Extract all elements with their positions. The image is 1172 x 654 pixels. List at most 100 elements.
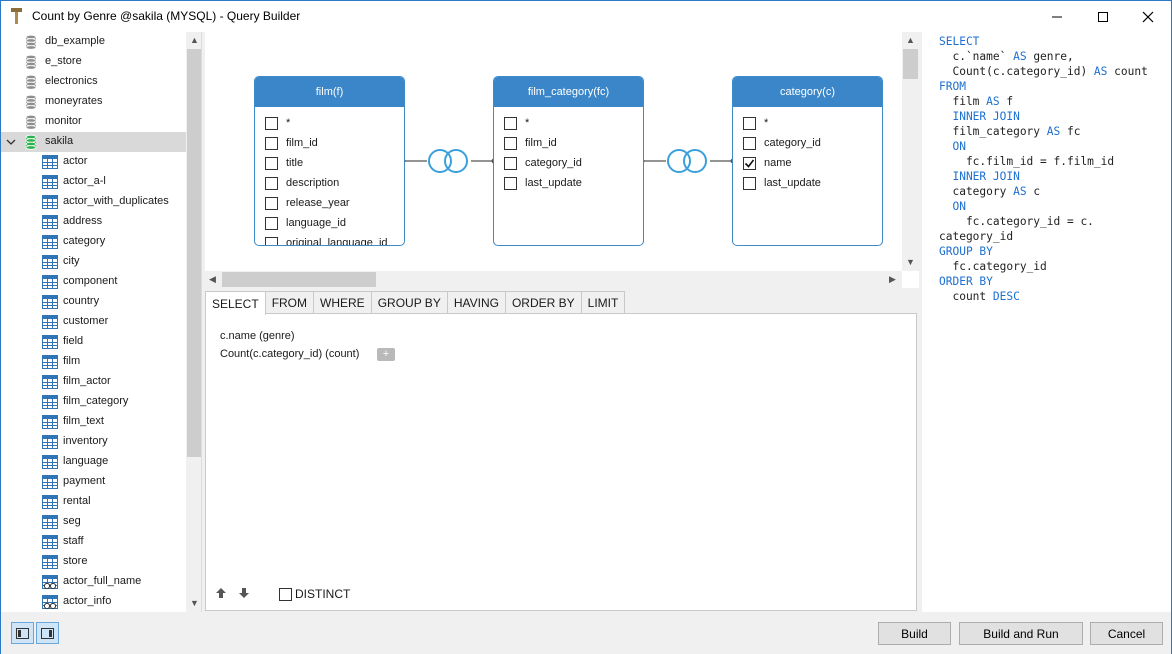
tree-item[interactable]: e_store <box>1 52 186 72</box>
tree-item[interactable]: actor_a-l <box>1 172 186 192</box>
scroll-down-icon[interactable]: ▼ <box>906 257 915 267</box>
tab-where[interactable]: WHERE <box>313 291 372 314</box>
add-field-button[interactable]: + <box>377 348 395 361</box>
tree-item[interactable]: db_example <box>1 32 186 52</box>
diagram-table-title[interactable]: film_category(fc) <box>494 77 643 107</box>
tree-item[interactable]: moneyrates <box>1 92 186 112</box>
tree-item[interactable]: field <box>1 332 186 352</box>
tab-limit[interactable]: LIMIT <box>580 291 626 314</box>
column-checkbox[interactable] <box>504 116 517 130</box>
diagram-column[interactable]: last_update <box>504 175 582 191</box>
maximize-button[interactable] <box>1080 1 1126 32</box>
diagram-column[interactable]: last_update <box>743 175 821 191</box>
column-checkbox[interactable] <box>743 176 756 190</box>
diagram-column[interactable]: category_id <box>504 155 582 171</box>
column-checkbox[interactable] <box>743 156 756 170</box>
diagram-column[interactable]: original_language_id <box>265 235 388 245</box>
close-button[interactable] <box>1125 1 1171 32</box>
select-field-count[interactable]: Count(c.category_id) (count) <box>220 348 359 360</box>
tree-item[interactable]: payment <box>1 472 186 492</box>
diagram-table-title[interactable]: film(f) <box>255 77 404 107</box>
column-checkbox[interactable] <box>265 116 278 130</box>
tree-item[interactable]: city <box>1 252 186 272</box>
diagram-column[interactable]: film_id <box>265 135 318 151</box>
tree-item[interactable]: customer <box>1 312 186 332</box>
tree-item[interactable]: address <box>1 212 186 232</box>
tree-scrollbar-thumb[interactable] <box>187 49 201 457</box>
scroll-up-icon[interactable]: ▲ <box>906 35 915 45</box>
minimize-button[interactable] <box>1034 1 1080 32</box>
column-checkbox[interactable] <box>504 176 517 190</box>
tree-item[interactable]: inventory <box>1 432 186 452</box>
column-checkbox[interactable] <box>265 216 278 230</box>
scroll-up-icon[interactable]: ▲ <box>190 35 199 45</box>
tree-item[interactable]: seg <box>1 512 186 532</box>
select-field-genre[interactable]: c.name (genre) <box>220 330 295 342</box>
chevron-down-icon[interactable] <box>5 136 17 148</box>
column-checkbox[interactable] <box>504 136 517 150</box>
tab-having[interactable]: HAVING <box>446 291 506 314</box>
distinct-option[interactable]: DISTINCT <box>279 587 350 601</box>
cancel-button[interactable]: Cancel <box>1090 622 1163 645</box>
toggle-right-panel-button[interactable] <box>36 622 59 644</box>
join-link-film-category-category[interactable] <box>639 149 736 173</box>
column-checkbox[interactable] <box>265 236 278 245</box>
scroll-right-icon[interactable]: ▶ <box>889 274 896 285</box>
column-checkbox[interactable] <box>265 176 278 190</box>
column-checkbox[interactable] <box>743 116 756 130</box>
sql-preview-panel[interactable]: SELECT c.`name` AS genre, Count(c.catego… <box>922 32 1171 612</box>
tree-item[interactable]: actor_with_duplicates <box>1 192 186 212</box>
diagram-column[interactable]: film_id <box>504 135 557 151</box>
tree-item[interactable]: country <box>1 292 186 312</box>
tree-item[interactable]: film_category <box>1 392 186 412</box>
tree-item[interactable]: sakila <box>1 132 186 152</box>
build-and-run-button[interactable]: Build and Run <box>959 622 1083 645</box>
tree-item[interactable]: electronics <box>1 72 186 92</box>
diagram-column[interactable]: category_id <box>743 135 821 151</box>
diagram-column[interactable]: name <box>743 155 792 171</box>
diagram-column[interactable]: * <box>743 115 768 131</box>
column-checkbox[interactable] <box>504 156 517 170</box>
tree-item[interactable]: actor_info <box>1 592 186 612</box>
build-button[interactable]: Build <box>878 622 951 645</box>
diagram-horizontal-scrollbar[interactable]: ◀ ▶ <box>205 271 902 288</box>
diagram-table[interactable]: film(f) * film_id title description release_y… <box>254 76 405 246</box>
tree-item[interactable]: staff <box>1 532 186 552</box>
tree-item[interactable]: actor <box>1 152 186 172</box>
diagram-column[interactable]: language_id <box>265 215 346 231</box>
tree-item[interactable]: store <box>1 552 186 572</box>
diagram-column[interactable]: title <box>265 155 303 171</box>
column-checkbox[interactable] <box>265 136 278 150</box>
diagram-table-title[interactable]: category(c) <box>733 77 882 107</box>
tab-order-by[interactable]: ORDER BY <box>504 291 582 314</box>
tab-group-by[interactable]: GROUP BY <box>370 291 448 314</box>
diagram-column[interactable]: * <box>265 115 290 131</box>
tab-from[interactable]: FROM <box>264 291 315 314</box>
diagram-column[interactable]: release_year <box>265 195 350 211</box>
tree-item[interactable]: language <box>1 452 186 472</box>
scroll-down-icon[interactable]: ▼ <box>190 598 199 608</box>
column-checkbox[interactable] <box>265 156 278 170</box>
diagram-table[interactable]: film_category(fc) * film_id category_idlast… <box>493 76 644 246</box>
tree-item[interactable]: film_actor <box>1 372 186 392</box>
tree-item[interactable]: rental <box>1 492 186 512</box>
scroll-left-icon[interactable]: ◀ <box>209 274 216 285</box>
diagram-vertical-scrollbar[interactable]: ▲ ▼ <box>902 32 919 271</box>
tree-item[interactable]: film_text <box>1 412 186 432</box>
diagram-hscroll-thumb[interactable] <box>222 272 376 287</box>
column-checkbox[interactable] <box>743 136 756 150</box>
tab-select[interactable]: SELECT <box>205 291 266 315</box>
join-link-film-film-category[interactable] <box>400 149 497 173</box>
move-up-icon[interactable] <box>214 586 228 600</box>
diagram-column[interactable]: * <box>504 115 529 131</box>
diagram-vscroll-thumb[interactable] <box>903 49 918 79</box>
toggle-left-panel-button[interactable] <box>11 622 34 644</box>
tree-item[interactable]: monitor <box>1 112 186 132</box>
distinct-checkbox[interactable] <box>279 587 292 601</box>
tree-item[interactable]: actor_full_name <box>1 572 186 592</box>
move-down-icon[interactable] <box>237 586 251 600</box>
tree-item[interactable]: component <box>1 272 186 292</box>
diagram-table[interactable]: category(c) * category_idname last_update <box>732 76 883 246</box>
tree-item[interactable]: film <box>1 352 186 372</box>
tree-vertical-scrollbar[interactable]: ▲ ▼ <box>186 32 201 612</box>
